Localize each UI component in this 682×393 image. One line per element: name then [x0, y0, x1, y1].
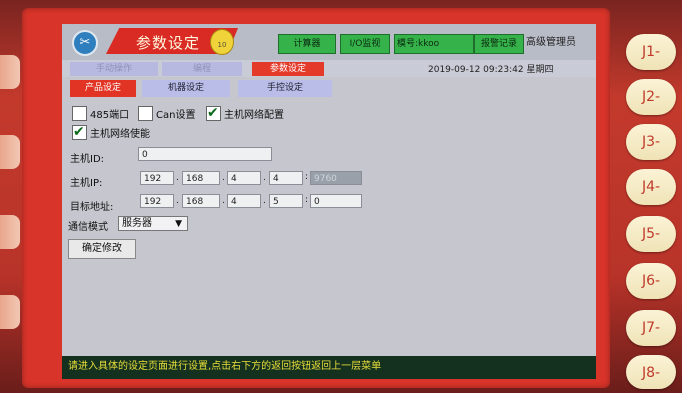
calculator-button[interactable]: 计算器	[278, 34, 336, 54]
page-title: 参数设定	[136, 34, 201, 52]
host-port-field[interactable]: 9760	[310, 171, 362, 185]
dot-separator: .	[176, 173, 179, 183]
port485-label: 485端口	[90, 110, 130, 121]
comm-mode-select[interactable]: 服务器 ▼	[118, 216, 188, 231]
host-id-label: 主机ID:	[70, 154, 105, 165]
tab-machine-settings[interactable]: 机器设定	[142, 80, 230, 97]
mold-number-button[interactable]: 模号:kkoo	[394, 34, 474, 54]
nav-parameter-settings[interactable]: 参数设定	[252, 62, 324, 76]
nav-programming[interactable]: 编程	[162, 62, 242, 76]
target-address-label: 目标地址:	[70, 202, 114, 213]
port485-checkbox[interactable]	[72, 106, 87, 121]
hand-icon: 10	[210, 29, 234, 55]
j7-key[interactable]: J7-	[626, 310, 676, 346]
host-net-config-checkbox[interactable]: ✔	[206, 106, 221, 121]
user-level-label[interactable]: 高级管理员	[526, 34, 576, 52]
left-side-button[interactable]	[0, 135, 20, 169]
dot-separator: .	[222, 173, 225, 183]
target-ip-octet[interactable]: 168	[182, 194, 220, 208]
dot-separator: .	[263, 173, 266, 183]
alarm-record-button[interactable]: 报警记录	[474, 34, 524, 54]
host-id-field[interactable]: 0	[138, 147, 272, 161]
checkmark-icon: ✔	[207, 105, 219, 121]
target-ip-octet[interactable]: 192	[140, 194, 174, 208]
comm-mode-label: 通信模式	[68, 222, 108, 233]
j4-key[interactable]: J4-	[626, 169, 676, 205]
host-ip-octet[interactable]: 4	[269, 171, 303, 185]
dot-separator: .	[222, 196, 225, 206]
target-ip-octet[interactable]: 5	[269, 194, 303, 208]
j5-key[interactable]: J5-	[626, 216, 676, 252]
j1-key[interactable]: J1-	[626, 34, 676, 70]
hmi-screen: ✂ 参数设定 10 计算器 I/O监视 模号:kkoo 报警记录 高级管理员 手…	[62, 24, 596, 379]
colon-separator: :	[305, 172, 309, 182]
can-label: Can设置	[156, 110, 196, 121]
tools-icon[interactable]: ✂	[72, 30, 98, 56]
dropdown-arrow-icon: ▼	[175, 219, 182, 229]
host-net-enable-checkbox[interactable]: ✔	[72, 125, 87, 140]
target-ip-octet[interactable]: 4	[227, 194, 261, 208]
comm-mode-value: 服务器	[122, 218, 152, 229]
host-ip-octet[interactable]: 4	[227, 171, 261, 185]
nav-manual-operation[interactable]: 手动操作	[70, 62, 158, 76]
j3-key[interactable]: J3-	[626, 124, 676, 160]
confirm-modify-button[interactable]: 确定修改	[68, 239, 136, 259]
j6-key[interactable]: J6-	[626, 263, 676, 299]
io-monitor-button[interactable]: I/O监视	[340, 34, 390, 54]
host-ip-octet[interactable]: 192	[140, 171, 174, 185]
dot-separator: .	[263, 196, 266, 206]
left-side-button[interactable]	[0, 295, 20, 329]
j8-key[interactable]: J8-	[626, 355, 676, 389]
host-ip-label: 主机IP:	[70, 178, 103, 189]
datetime: 2019-09-12 09:23:42 星期四	[428, 65, 554, 75]
tab-product-settings[interactable]: 产品设定	[70, 80, 136, 97]
host-net-config-label: 主机网络配置	[224, 110, 284, 121]
colon-separator: :	[305, 195, 309, 205]
hand-badge: 10	[217, 41, 227, 49]
host-net-enable-label: 主机网络使能	[90, 129, 150, 140]
status-bar: 请进入具体的设定页面进行设置,点击右下方的返回按钮返回上一层菜单	[62, 356, 596, 379]
can-checkbox[interactable]	[138, 106, 153, 121]
target-port-field[interactable]: 0	[310, 194, 362, 208]
left-side-button[interactable]	[0, 55, 20, 89]
tab-handheld-settings[interactable]: 手控设定	[238, 80, 332, 97]
host-ip-octet[interactable]: 168	[182, 171, 220, 185]
left-side-button[interactable]	[0, 215, 20, 249]
dot-separator: .	[176, 196, 179, 206]
checkmark-icon: ✔	[73, 124, 85, 140]
j2-key[interactable]: J2-	[626, 79, 676, 115]
